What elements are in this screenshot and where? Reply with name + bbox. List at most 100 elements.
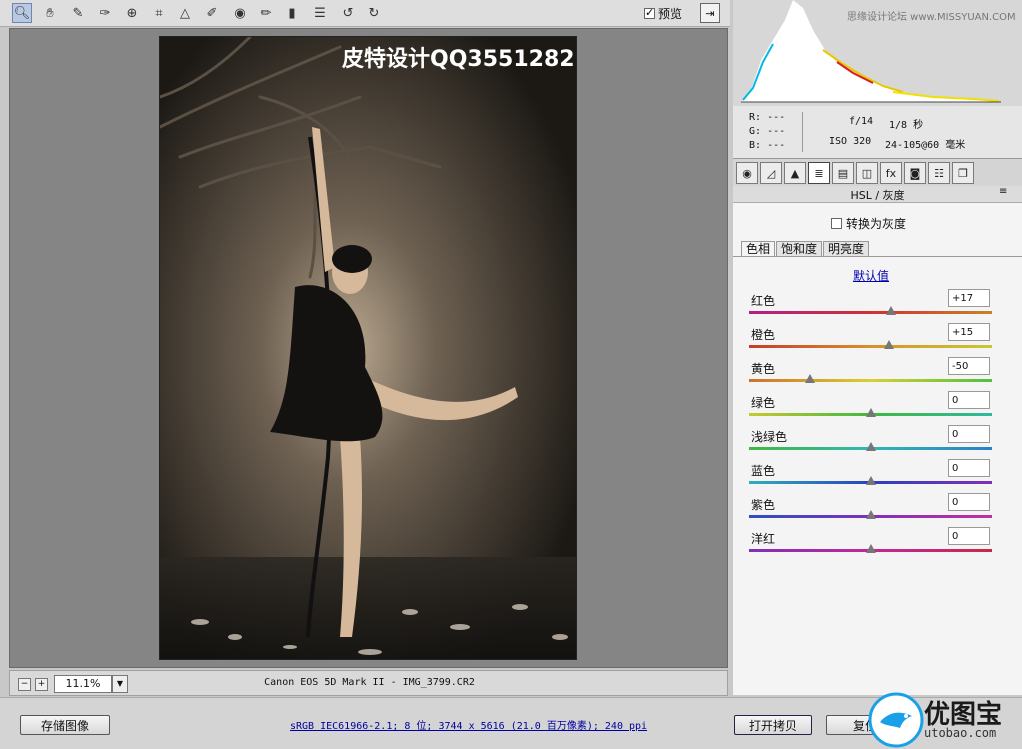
slider-row: 蓝色 0 [733,459,1022,493]
toolbar: 🔍︎ ✋︎ ✎ ✑ ⊕ ⌗ △ ✐ ◉ ✏ ▮ ☰ ↺ ↻ 预览 ⇥ [0,0,730,27]
r-value: --- [767,112,786,123]
slider-label: 紫色 [751,498,776,512]
shutter-speed: 1/8 秒 [889,120,924,131]
panel-title-bar: HSL / 灰度 ≡ [733,186,1022,203]
info-divider [802,112,803,152]
split-toning-tab-icon[interactable]: ▤ [832,162,854,184]
detail-tab-icon[interactable]: ▲ [784,162,806,184]
slider-value-field[interactable]: 0 [948,425,990,443]
preview-toggle[interactable]: 预览 [644,5,682,22]
slider-value-field[interactable]: 0 [948,527,990,545]
slider-label: 洋红 [751,532,776,546]
slider-value-field[interactable]: +17 [948,289,990,307]
slider-track[interactable] [749,379,992,382]
file-name: Canon EOS 5D Mark II - IMG_3799.CR2 [264,677,475,688]
slider-thumb[interactable] [865,408,876,417]
dancer-photo [160,37,576,659]
slider-value-field[interactable]: 0 [948,493,990,511]
default-link[interactable]: 默认值 [733,267,1009,284]
workflow-options-link[interactable]: sRGB IEC61966-2.1; 8 位; 3744 x 5616 (21.… [290,717,647,732]
convert-grayscale-checkbox[interactable] [831,218,842,229]
slider-thumb[interactable] [865,476,876,485]
slider-row: 黄色 -50 [733,357,1022,391]
zoom-tool-icon[interactable]: 🔍︎ [12,3,32,23]
slider-thumb[interactable] [865,442,876,451]
subtab-divider [733,256,1022,257]
iso: ISO 320 [829,136,872,147]
subtab-hue[interactable]: 色相 [741,241,776,257]
slider-value-field[interactable]: 0 [948,459,990,477]
hand-tool-icon[interactable]: ✋︎ [40,3,60,23]
slider-label: 黄色 [751,362,776,376]
g-label: G: [749,126,762,137]
snapshots-tab-icon[interactable]: ❐ [952,162,974,184]
photo-preview[interactable]: 皮特设计QQ3551282 [159,36,577,660]
slider-row: 绿色 0 [733,391,1022,425]
slider-track[interactable] [749,345,992,348]
histogram: 思缘设计论坛 www.MISSYUAN.COM [733,0,1022,106]
subtab-luminance[interactable]: 明亮度 [823,241,870,257]
lens-corrections-tab-icon[interactable]: ◫ [856,162,878,184]
slider-value-field[interactable]: +15 [948,323,990,341]
g-value: --- [767,126,786,137]
open-copy-button[interactable]: 打开拷贝 [734,715,812,735]
slider-label: 红色 [751,294,776,308]
white-balance-tool-icon[interactable]: ✎ [68,3,88,23]
rgb-info-panel: R: --- G: --- B: --- f/14 1/8 秒 ISO 320 … [733,106,1022,159]
target-adjustment-tool-icon[interactable]: ⊕ [122,3,142,23]
slider-thumb[interactable] [865,544,876,553]
aperture: f/14 [849,116,874,127]
rotate-right-icon[interactable]: ↻ [364,3,384,23]
logo-domain: utobao.com [924,726,997,740]
subtab-saturation[interactable]: 饱和度 [776,241,823,257]
preferences-tool-icon[interactable]: ☰ [310,3,330,23]
b-value: --- [767,140,786,151]
effects-tab-icon[interactable]: fx [880,162,902,184]
r-label: R: [749,112,762,123]
panel-menu-icon[interactable]: ≡ [999,186,1007,197]
panel-tabs: ◉ ◿ ▲ ≣ ▤ ◫ fx ◙ ☷ ❐ [733,159,1022,187]
spot-removal-tool-icon[interactable]: ✐ [202,3,222,23]
site-logo: 优图宝 utobao.com [866,686,1022,748]
straighten-tool-icon[interactable]: △ [175,3,195,23]
slider-row: 浅绿色 0 [733,425,1022,459]
fullscreen-icon[interactable]: ⇥ [700,3,720,23]
rotate-left-icon[interactable]: ↺ [338,3,358,23]
slider-thumb[interactable] [804,374,815,383]
slider-thumb[interactable] [865,510,876,519]
lens: 24-105@60 毫米 [885,140,966,151]
slider-value-field[interactable]: 0 [948,391,990,409]
graduated-filter-tool-icon[interactable]: ▮ [282,3,302,23]
slider-row: 橙色 +15 [733,323,1022,357]
basic-tab-icon[interactable]: ◉ [736,162,758,184]
tone-curve-tab-icon[interactable]: ◿ [760,162,782,184]
slider-label: 绿色 [751,396,776,410]
save-image-button[interactable]: 存储图像 [20,715,110,735]
red-eye-tool-icon[interactable]: ◉ [230,3,250,23]
statusbar: − + 11.1% ▼ Canon EOS 5D Mark II - IMG_3… [9,670,728,696]
slider-label: 浅绿色 [751,430,788,444]
hsl-subtabs: 色相 饱和度 明亮度 [741,241,870,257]
camera-calibration-tab-icon[interactable]: ◙ [904,162,926,184]
hsl-panel: 转换为灰度 色相 饱和度 明亮度 默认值 红色 +17 橙色 +15 黄色 -50 绿色 0 浅… [733,203,1022,695]
panel-title: HSL / 灰度 [850,189,905,202]
adjustment-brush-tool-icon[interactable]: ✏ [256,3,276,23]
slider-track[interactable] [749,311,992,314]
slider-thumb[interactable] [886,306,897,315]
slider-thumb[interactable] [883,340,894,349]
hsl-tab-icon[interactable]: ≣ [808,162,830,184]
bottom-bar: 存储图像 sRGB IEC61966-2.1; 8 位; 3744 x 5616… [0,692,1022,749]
crop-tool-icon[interactable]: ⌗ [149,3,169,23]
convert-grayscale-label: 转换为灰度 [846,217,907,231]
bird-logo-icon [868,692,924,748]
preview-checkbox[interactable] [644,6,655,19]
photo-watermark: 皮特设计QQ3551282 [342,47,575,72]
preview-label: 预览 [658,7,683,21]
slider-row: 红色 +17 [733,289,1022,323]
color-sampler-tool-icon[interactable]: ✑ [95,3,115,23]
slider-row: 洋红 0 [733,527,1022,561]
slider-value-field[interactable]: -50 [948,357,990,375]
presets-tab-icon[interactable]: ☷ [928,162,950,184]
convert-grayscale-toggle[interactable]: 转换为灰度 [831,215,906,232]
b-label: B: [749,140,762,151]
